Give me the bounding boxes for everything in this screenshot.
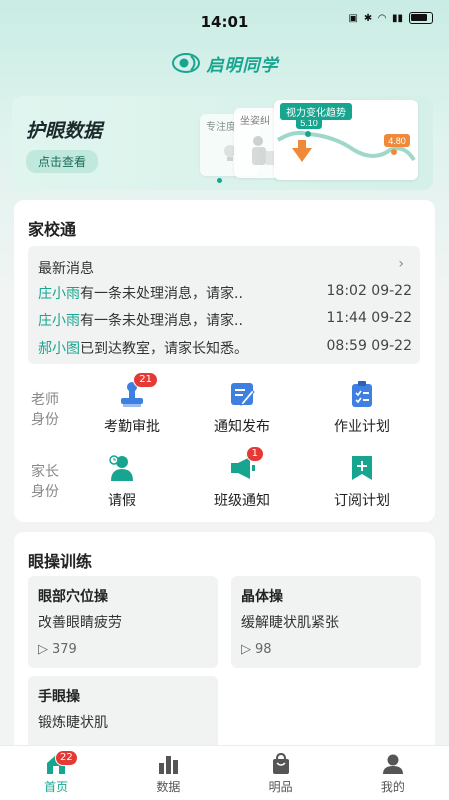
- carousel-dots: [217, 178, 222, 183]
- message-sender: 庄小雨: [38, 313, 80, 329]
- status-time: 14:01: [200, 13, 249, 31]
- chevron-right-icon[interactable]: ›: [398, 256, 404, 272]
- attendance-stamp-icon: 21: [118, 372, 158, 408]
- bottom-tab-bar: 22 首页 数据 明品 我的: [0, 745, 449, 800]
- play-icon: ▷: [241, 642, 251, 657]
- person-clock-icon: [108, 454, 136, 482]
- shopping-bag-icon: [270, 752, 292, 775]
- message-time: 08:59 09-22: [326, 338, 412, 354]
- brand-name: 启明同学: [206, 55, 279, 76]
- logo-eye-icon: [171, 53, 200, 73]
- homework-plan-label: 作业计划: [334, 419, 390, 435]
- message-text: 有一条未处理消息，请家...: [80, 286, 244, 302]
- tab-products[interactable]: 明品: [225, 746, 337, 800]
- megaphone-icon: 1: [228, 446, 264, 482]
- message-content: 郝小图已到达教室，请家长知悉。: [38, 338, 244, 358]
- app-header: 启明同学: [0, 44, 449, 82]
- exercise-plays: ▷ 98: [241, 642, 272, 657]
- bar-chart-icon: [157, 753, 179, 775]
- exercise-desc: 改善眼睛疲劳: [38, 615, 122, 631]
- latest-messages-label: 最新消息: [38, 261, 94, 277]
- battery-icon: [409, 12, 433, 24]
- exercise-title: 手眼操: [38, 689, 80, 705]
- wifi-icon: ◠: [378, 12, 386, 24]
- exercise-desc: 缓解睫状肌紧张: [241, 615, 339, 631]
- exercise-card-lens[interactable]: 晶体操 缓解睫状肌紧张 ▷ 98: [231, 576, 421, 668]
- bookmark-plus-icon: [348, 454, 376, 482]
- trend-start-point: [305, 131, 311, 137]
- message-sender: 庄小雨: [38, 286, 80, 302]
- tab-me-label: 我的: [380, 780, 405, 794]
- attendance-label: 考勤审批: [104, 419, 160, 435]
- tab-me[interactable]: 我的: [337, 746, 449, 800]
- vision-trend-card: 视力变化趋势 5.10 4.80: [274, 100, 418, 180]
- status-icons: ▣ ✱ ◠ ▮▮: [348, 12, 433, 24]
- parent-role-label: 家长身份: [31, 464, 59, 500]
- exercise-card-hand-eye[interactable]: 手眼操 锻炼睫状肌: [28, 676, 218, 752]
- tab-products-label: 明品: [268, 780, 293, 794]
- message-text: 有一条未处理消息，请家...: [80, 313, 244, 329]
- home-school-panel: 家校通 最新消息 › 庄小雨有一条未处理消息，请家... 18:02 09-22…: [14, 200, 435, 522]
- message-content: 庄小雨有一条未处理消息，请家...: [38, 283, 244, 303]
- message-text: 已到达教室，请家长知悉。: [80, 341, 244, 357]
- nfc-icon: ▣: [348, 12, 358, 24]
- signal-icon: ▮▮: [391, 12, 403, 24]
- class-notice-label: 班级通知: [214, 493, 270, 509]
- clipboard-icon: [348, 380, 376, 408]
- class-notice-badge: 1: [245, 446, 264, 462]
- notice-publish-button[interactable]: 通知发布: [194, 380, 290, 436]
- eye-data-banner[interactable]: 护眼数据 点击查看 专注度 坐姿纠 视力变化趋势 5.10 4.80: [12, 96, 433, 190]
- attendance-approval-button[interactable]: 21 考勤审批: [84, 372, 180, 436]
- play-count: 98: [255, 642, 272, 657]
- homework-plan-button[interactable]: 作业计划: [314, 380, 410, 436]
- posture-mini-label: 坐姿纠: [240, 116, 270, 127]
- exercise-title: 晶体操: [241, 589, 283, 605]
- focus-mini-label: 专注度: [206, 122, 236, 133]
- status-bar: 14:01 ▣ ✱ ◠ ▮▮: [0, 0, 449, 44]
- exercise-desc: 锻炼睫状肌: [38, 715, 108, 731]
- message-time: 11:44 09-22: [326, 310, 412, 326]
- carousel-dot-active[interactable]: [217, 178, 222, 183]
- edit-document-icon: [228, 380, 256, 408]
- leave-request-label: 请假: [108, 493, 136, 509]
- banner-view-button[interactable]: 点击查看: [26, 150, 99, 173]
- banner-title: 护眼数据: [26, 120, 103, 142]
- message-row[interactable]: 郝小图已到达教室，请家长知悉。 08:59 09-22: [38, 338, 412, 358]
- latest-messages-box[interactable]: 最新消息 › 庄小雨有一条未处理消息，请家... 18:02 09-22 庄小雨…: [28, 246, 420, 364]
- exercise-title: 眼部穴位操: [38, 589, 108, 605]
- message-row[interactable]: 庄小雨有一条未处理消息，请家... 11:44 09-22: [38, 310, 412, 330]
- tab-data-label: 数据: [156, 780, 181, 794]
- exercise-card-acupoint[interactable]: 眼部穴位操 改善眼睛疲劳 ▷ 379: [28, 576, 218, 668]
- down-arrow-icon: [292, 148, 312, 162]
- user-icon: [382, 753, 404, 775]
- teacher-role-label: 老师身份: [31, 392, 59, 428]
- subscription-plan-button[interactable]: 订阅计划: [314, 454, 410, 510]
- tab-data[interactable]: 数据: [112, 746, 224, 800]
- notice-publish-label: 通知发布: [214, 419, 270, 435]
- subscription-plan-label: 订阅计划: [334, 493, 390, 509]
- trend-end-point: [391, 149, 397, 155]
- home-badge: 22: [55, 750, 78, 766]
- trend-title: 视力变化趋势: [280, 103, 352, 120]
- play-icon: ▷: [38, 642, 48, 657]
- play-count: 379: [52, 642, 77, 657]
- message-content: 庄小雨有一条未处理消息，请家...: [38, 310, 244, 330]
- attendance-badge: 21: [133, 372, 158, 388]
- exercise-plays: ▷ 379: [38, 642, 77, 657]
- eye-exercise-title: 眼操训练: [28, 552, 93, 571]
- home-school-title: 家校通: [28, 220, 77, 239]
- leave-request-button[interactable]: 请假: [74, 454, 170, 510]
- bluetooth-icon: ✱: [363, 12, 373, 24]
- class-notice-button[interactable]: 1 班级通知: [194, 446, 290, 510]
- tab-home-label: 首页: [44, 780, 69, 794]
- eye-exercise-panel: 眼操训练 眼部穴位操 改善眼睛疲劳 ▷ 379 晶体操 缓解睫状肌紧张 ▷ 98…: [14, 532, 435, 752]
- message-time: 18:02 09-22: [326, 283, 412, 299]
- trend-end-value: 4.80: [388, 136, 406, 146]
- message-row[interactable]: 庄小雨有一条未处理消息，请家... 18:02 09-22: [38, 283, 412, 303]
- tab-home[interactable]: 22 首页: [0, 746, 112, 800]
- message-sender: 郝小图: [38, 341, 80, 357]
